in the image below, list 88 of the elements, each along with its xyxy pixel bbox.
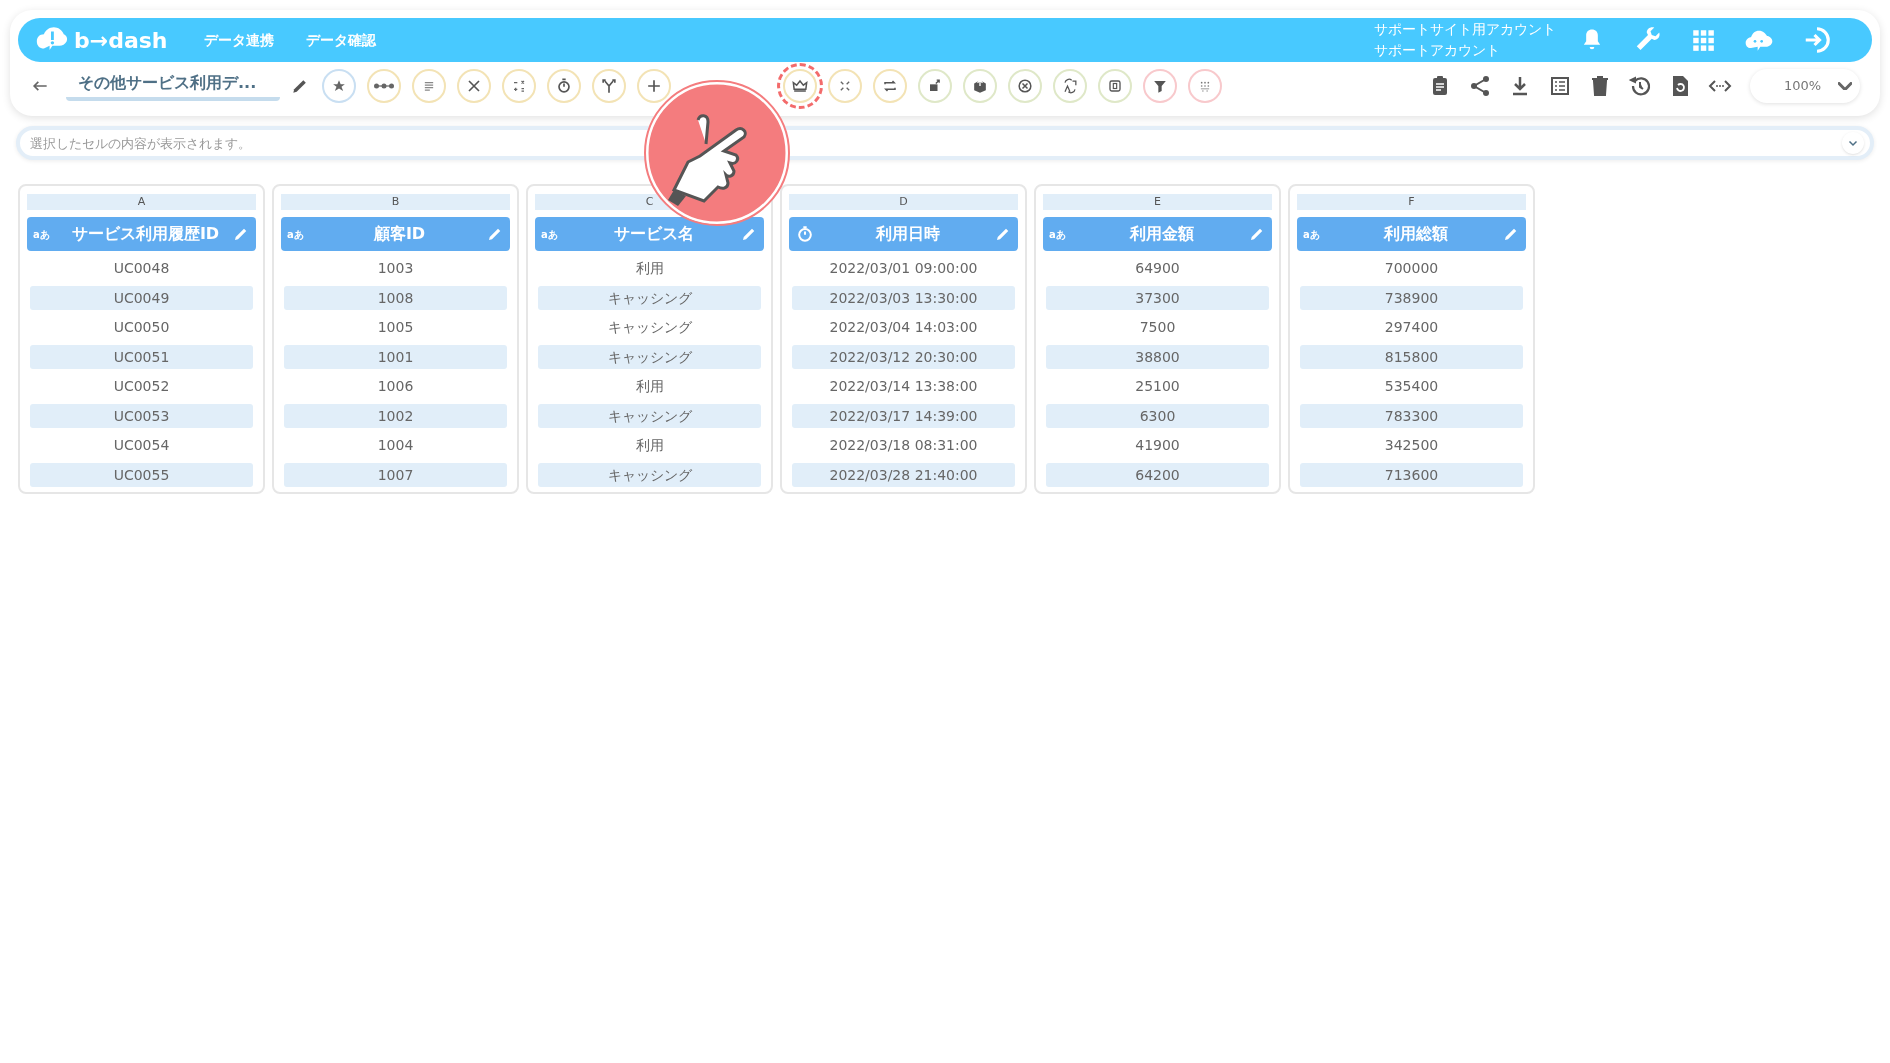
table-cell[interactable]: UC0049 [30, 285, 253, 310]
table-cell[interactable]: 2022/03/18 08:31:00 [792, 433, 1015, 457]
table-cell[interactable]: 783300 [1300, 403, 1523, 428]
column-letter[interactable]: D [789, 194, 1018, 210]
tool-button[interactable] [367, 69, 401, 103]
text-type-label: aあ [541, 227, 558, 242]
table-cell[interactable]: 1007 [284, 462, 507, 487]
tool-button[interactable] [322, 69, 356, 103]
table-cell[interactable]: 利用 [538, 374, 761, 398]
text-type-label: aあ [287, 227, 304, 242]
table-cell[interactable]: 6300 [1046, 403, 1269, 428]
tool-button[interactable] [637, 69, 671, 103]
table-cell[interactable]: 2022/03/28 21:40:00 [792, 462, 1015, 487]
list-icon[interactable] [1548, 74, 1572, 98]
table-cell[interactable]: キャッシング [538, 344, 761, 369]
table-cell[interactable]: 535400 [1300, 374, 1523, 398]
table-cell[interactable]: 7500 [1046, 315, 1269, 339]
table-cell[interactable]: 738900 [1300, 285, 1523, 310]
table-cell[interactable]: 1008 [284, 285, 507, 310]
tool-button[interactable] [918, 69, 952, 103]
table-cell[interactable]: キャッシング [538, 285, 761, 310]
table-cell[interactable]: 1004 [284, 433, 507, 457]
share-icon[interactable] [1468, 74, 1492, 98]
table-cell[interactable]: 2022/03/04 14:03:00 [792, 315, 1015, 339]
tool-button[interactable] [873, 69, 907, 103]
column-title: 利用総額 [1382, 223, 1449, 245]
table-cell[interactable]: キャッシング [538, 315, 761, 339]
column-title: 利用日時 [874, 223, 941, 245]
tool-button[interactable] [963, 69, 997, 103]
table-cell[interactable]: 2022/03/03 13:30:00 [792, 285, 1015, 310]
table-cell[interactable]: UC0051 [30, 344, 253, 369]
zoom-select[interactable]: 100% [1750, 69, 1860, 103]
column-title: サービス名 [612, 223, 695, 245]
table-cell[interactable]: 297400 [1300, 315, 1523, 339]
table-cell[interactable]: 2022/03/01 09:00:00 [792, 256, 1015, 280]
table-cell[interactable]: 利用 [538, 433, 761, 457]
table-cell[interactable]: 2022/03/14 13:38:00 [792, 374, 1015, 398]
column-letter[interactable]: A [27, 194, 256, 210]
tool-button[interactable] [1053, 69, 1087, 103]
table-cell[interactable]: 713600 [1300, 462, 1523, 487]
table-cell[interactable]: 64900 [1046, 256, 1269, 280]
table-cell[interactable]: 41900 [1046, 433, 1269, 457]
table-cell[interactable]: 1003 [284, 256, 507, 280]
text-type-label: aあ [33, 227, 50, 242]
tool-button[interactable] [547, 69, 581, 103]
table-cell[interactable]: UC0052 [30, 374, 253, 398]
table-cell[interactable]: 2022/03/17 14:39:00 [792, 403, 1015, 428]
tool-button[interactable] [1008, 69, 1042, 103]
column-title: 顧客ID [372, 223, 427, 245]
logo-text: b→dash [74, 26, 168, 55]
table-cell[interactable]: UC0055 [30, 462, 253, 487]
history-icon[interactable] [1628, 74, 1652, 98]
column-letter[interactable]: E [1043, 194, 1272, 210]
tool-button[interactable] [592, 69, 626, 103]
table-cell[interactable]: 37300 [1046, 285, 1269, 310]
table-cell[interactable]: 2022/03/12 20:30:00 [792, 344, 1015, 369]
table-cell[interactable]: 64200 [1046, 462, 1269, 487]
table-cell[interactable]: UC0050 [30, 315, 253, 339]
table-cell[interactable]: 利用 [538, 256, 761, 280]
text-type-label: aあ [1303, 227, 1320, 242]
table-cell[interactable]: 700000 [1300, 256, 1523, 280]
table-cell[interactable]: UC0048 [30, 256, 253, 280]
table-cell[interactable]: 25100 [1046, 374, 1269, 398]
text-type-label: aあ [1049, 227, 1066, 242]
account-name: サポートサイト用アカウント [1374, 20, 1556, 39]
account-name: サポートアカウント [1374, 41, 1501, 60]
column-title: 利用金額 [1128, 223, 1195, 245]
sheet-title[interactable]: その他サービス利用デ... [66, 73, 257, 92]
column-letter[interactable]: F [1297, 194, 1526, 210]
column-letter[interactable]: B [281, 194, 510, 210]
tool-button[interactable] [1143, 69, 1177, 103]
table-cell[interactable]: UC0053 [30, 403, 253, 428]
table-cell[interactable]: キャッシング [538, 403, 761, 428]
table-cell[interactable]: 342500 [1300, 433, 1523, 457]
table-cell[interactable]: 1006 [284, 374, 507, 398]
stopwatch-icon [795, 224, 815, 244]
table-cell[interactable]: 38800 [1046, 344, 1269, 369]
split-arrows-icon [599, 76, 619, 96]
table-cell[interactable]: UC0054 [30, 433, 253, 457]
tool-button[interactable] [1098, 69, 1132, 103]
table-cell[interactable]: 1002 [284, 403, 507, 428]
table-cell[interactable]: キャッシング [538, 462, 761, 487]
table-cell[interactable]: 1001 [284, 344, 507, 369]
chevron-down-icon [1838, 82, 1852, 90]
table-cell[interactable]: 1005 [284, 315, 507, 339]
column-title: サービス利用履歴ID [70, 223, 221, 245]
table-cell[interactable]: 815800 [1300, 344, 1523, 369]
tool-button[interactable] [783, 69, 817, 103]
